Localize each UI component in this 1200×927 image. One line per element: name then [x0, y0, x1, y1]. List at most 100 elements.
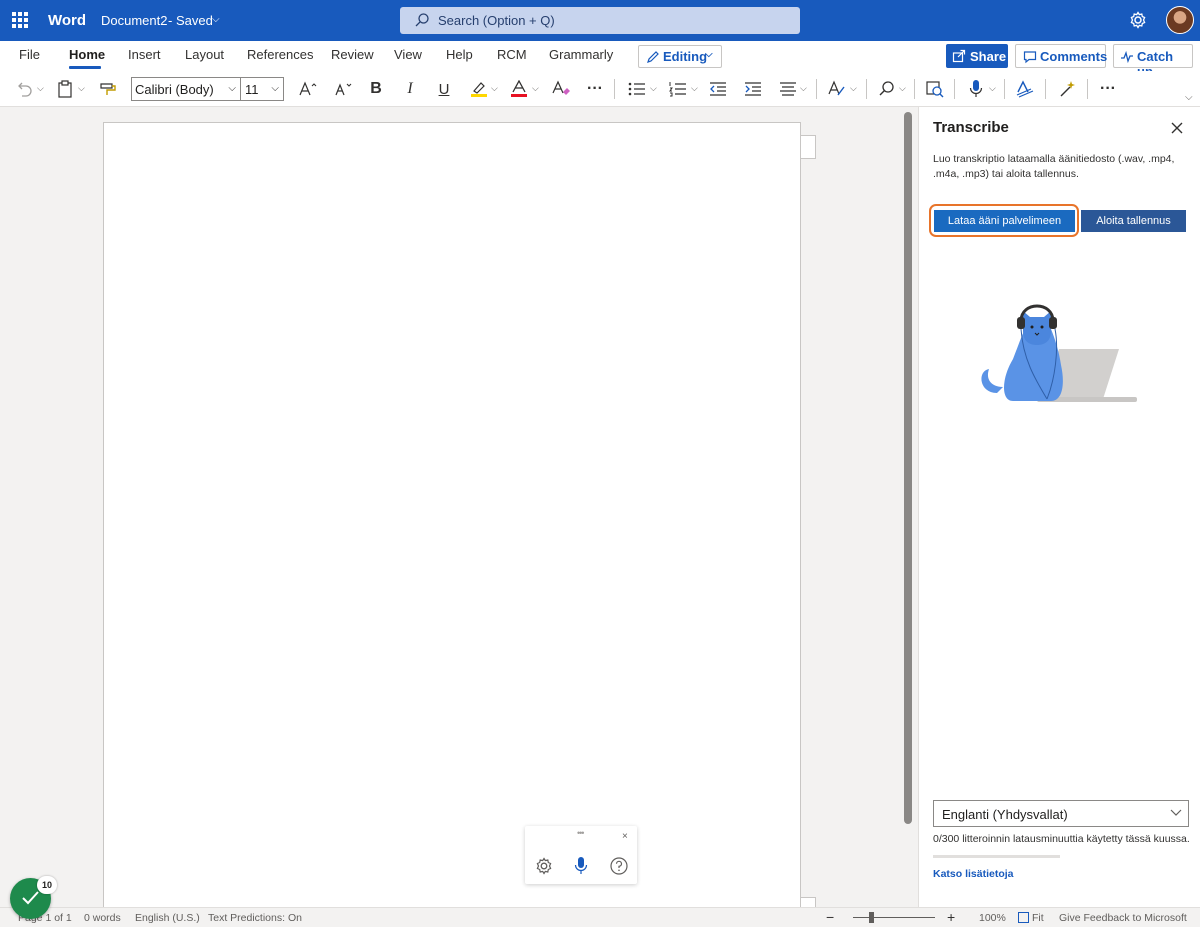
catch-up-button[interactable]: Catch up: [1113, 44, 1193, 79]
divider: [1087, 79, 1088, 99]
grammarly-editor-icon[interactable]: [1014, 78, 1036, 100]
tab-references[interactable]: References: [247, 47, 313, 62]
divider: [1045, 79, 1046, 99]
ribbon-expand-chevron-icon[interactable]: ⌵: [1185, 92, 1193, 103]
document-page[interactable]: [103, 122, 801, 912]
italic-icon[interactable]: I: [400, 78, 420, 100]
comment-icon: [1023, 51, 1037, 64]
close-icon[interactable]: ×: [622, 831, 628, 842]
close-icon[interactable]: [1171, 122, 1183, 134]
tab-help[interactable]: Help: [446, 47, 473, 62]
upload-audio-button[interactable]: Lataa ääni palvelimeen: [934, 210, 1075, 232]
language-select[interactable]: Englanti (Yhdysvallat): [933, 800, 1189, 827]
font-name-select[interactable]: Calibri (Body) ⌵: [131, 77, 241, 101]
chevron-down-icon[interactable]: ⌵: [989, 83, 996, 94]
numbering-icon[interactable]: [667, 78, 689, 100]
tab-file[interactable]: File: [19, 47, 40, 62]
usage-text: 0/300 litteroinnin latausminuuttia käyte…: [933, 833, 1190, 845]
undo-icon[interactable]: [14, 78, 34, 100]
chevron-down-icon[interactable]: ⌵: [850, 83, 857, 94]
underline-icon[interactable]: U: [434, 78, 454, 100]
fit-icon[interactable]: [1018, 912, 1029, 923]
divider: [614, 79, 615, 99]
zoom-in-button[interactable]: +: [947, 909, 955, 925]
font-size-select[interactable]: 11 ⌵: [240, 77, 284, 101]
document-name[interactable]: Document2: [101, 13, 167, 28]
fit-button[interactable]: Fit: [1032, 912, 1044, 924]
editor-icon[interactable]: [924, 78, 946, 100]
shrink-font-icon[interactable]: [332, 78, 354, 100]
app-name[interactable]: Word: [48, 12, 86, 29]
divider: [914, 79, 915, 99]
find-icon[interactable]: [876, 78, 898, 100]
tab-home[interactable]: Home: [69, 47, 105, 62]
chevron-down-icon[interactable]: ⌵: [37, 83, 44, 94]
chevron-down-icon[interactable]: ⌵: [899, 83, 906, 94]
word-count[interactable]: 0 words: [84, 912, 121, 924]
comments-button[interactable]: Comments: [1015, 44, 1107, 68]
help-icon[interactable]: [610, 857, 628, 875]
usage-progress-bar: [933, 855, 1060, 858]
chevron-down-icon[interactable]: ⌵: [691, 83, 698, 94]
increase-indent-icon[interactable]: [742, 78, 764, 100]
dictation-toolbar: ••• ×: [525, 826, 637, 884]
tab-layout[interactable]: Layout: [185, 47, 224, 62]
transcribe-pane: Transcribe Luo transkriptio lataamalla ä…: [918, 107, 1200, 907]
tab-review[interactable]: Review: [331, 47, 374, 62]
save-status[interactable]: - Saved: [168, 13, 213, 28]
give-feedback-link[interactable]: Give Feedback to Microsoft: [1059, 912, 1187, 924]
title-bar: Word Document2 - Saved ⌵ Search (Option …: [0, 0, 1200, 41]
zoom-slider-thumb[interactable]: [869, 912, 874, 923]
grow-font-icon[interactable]: [297, 78, 319, 100]
more-options-icon[interactable]: ···: [1097, 78, 1119, 100]
microphone-icon[interactable]: [573, 856, 589, 876]
learn-more-link[interactable]: Katso lisätietoja: [933, 868, 1014, 880]
share-button[interactable]: Share: [946, 44, 1008, 68]
text-predictions-status[interactable]: Text Predictions: On: [208, 912, 302, 924]
format-painter-icon[interactable]: [97, 78, 119, 100]
tab-view[interactable]: View: [394, 47, 422, 62]
more-font-options-icon[interactable]: ···: [584, 78, 606, 100]
clear-formatting-icon[interactable]: [550, 78, 572, 100]
chevron-down-icon[interactable]: ⌵: [491, 83, 498, 94]
chevron-down-icon: ⌵: [271, 83, 279, 94]
align-icon[interactable]: [777, 78, 799, 100]
search-box[interactable]: Search (Option + Q): [400, 7, 800, 34]
font-color-icon[interactable]: [508, 78, 530, 100]
divider: [866, 79, 867, 99]
pencil-icon: [647, 51, 659, 63]
vertical-scrollbar[interactable]: [904, 112, 912, 824]
proofing-language[interactable]: English (U.S.): [135, 912, 200, 924]
paste-icon[interactable]: [55, 78, 75, 100]
settings-gear-icon[interactable]: [535, 857, 553, 875]
designer-magic-icon[interactable]: [1056, 78, 1078, 100]
chevron-down-icon[interactable]: ⌵: [212, 14, 220, 25]
user-avatar[interactable]: [1166, 6, 1194, 34]
pulse-icon: [1121, 50, 1133, 64]
drag-handle[interactable]: •••: [577, 828, 585, 838]
decrease-indent-icon[interactable]: [707, 78, 729, 100]
settings-gear-icon[interactable]: [1129, 11, 1147, 29]
chevron-down-icon[interactable]: ⌵: [800, 83, 807, 94]
editing-mode-button[interactable]: Editing ⌵: [638, 45, 722, 68]
dictate-microphone-icon[interactable]: [966, 78, 986, 100]
chevron-down-icon[interactable]: ⌵: [532, 83, 539, 94]
divider: [954, 79, 955, 99]
chevron-down-icon: ⌵: [228, 83, 236, 94]
zoom-slider[interactable]: [853, 917, 935, 918]
tab-insert[interactable]: Insert: [128, 47, 161, 62]
font-size-value: 11: [245, 82, 259, 97]
tab-grammarly[interactable]: Grammarly: [549, 47, 613, 62]
checkmark-icon: [22, 891, 39, 905]
zoom-level[interactable]: 100%: [979, 912, 1006, 924]
styles-icon[interactable]: [826, 78, 848, 100]
bold-icon[interactable]: B: [366, 78, 386, 100]
chevron-down-icon[interactable]: ⌵: [78, 83, 85, 94]
start-recording-button[interactable]: Aloita tallennus: [1081, 210, 1186, 232]
bullets-icon[interactable]: [626, 78, 648, 100]
highlight-icon[interactable]: [468, 78, 490, 100]
app-launcher-icon[interactable]: [12, 12, 28, 28]
tab-rcm[interactable]: RCM: [497, 47, 527, 62]
zoom-out-button[interactable]: −: [826, 909, 834, 925]
chevron-down-icon[interactable]: ⌵: [650, 83, 657, 94]
